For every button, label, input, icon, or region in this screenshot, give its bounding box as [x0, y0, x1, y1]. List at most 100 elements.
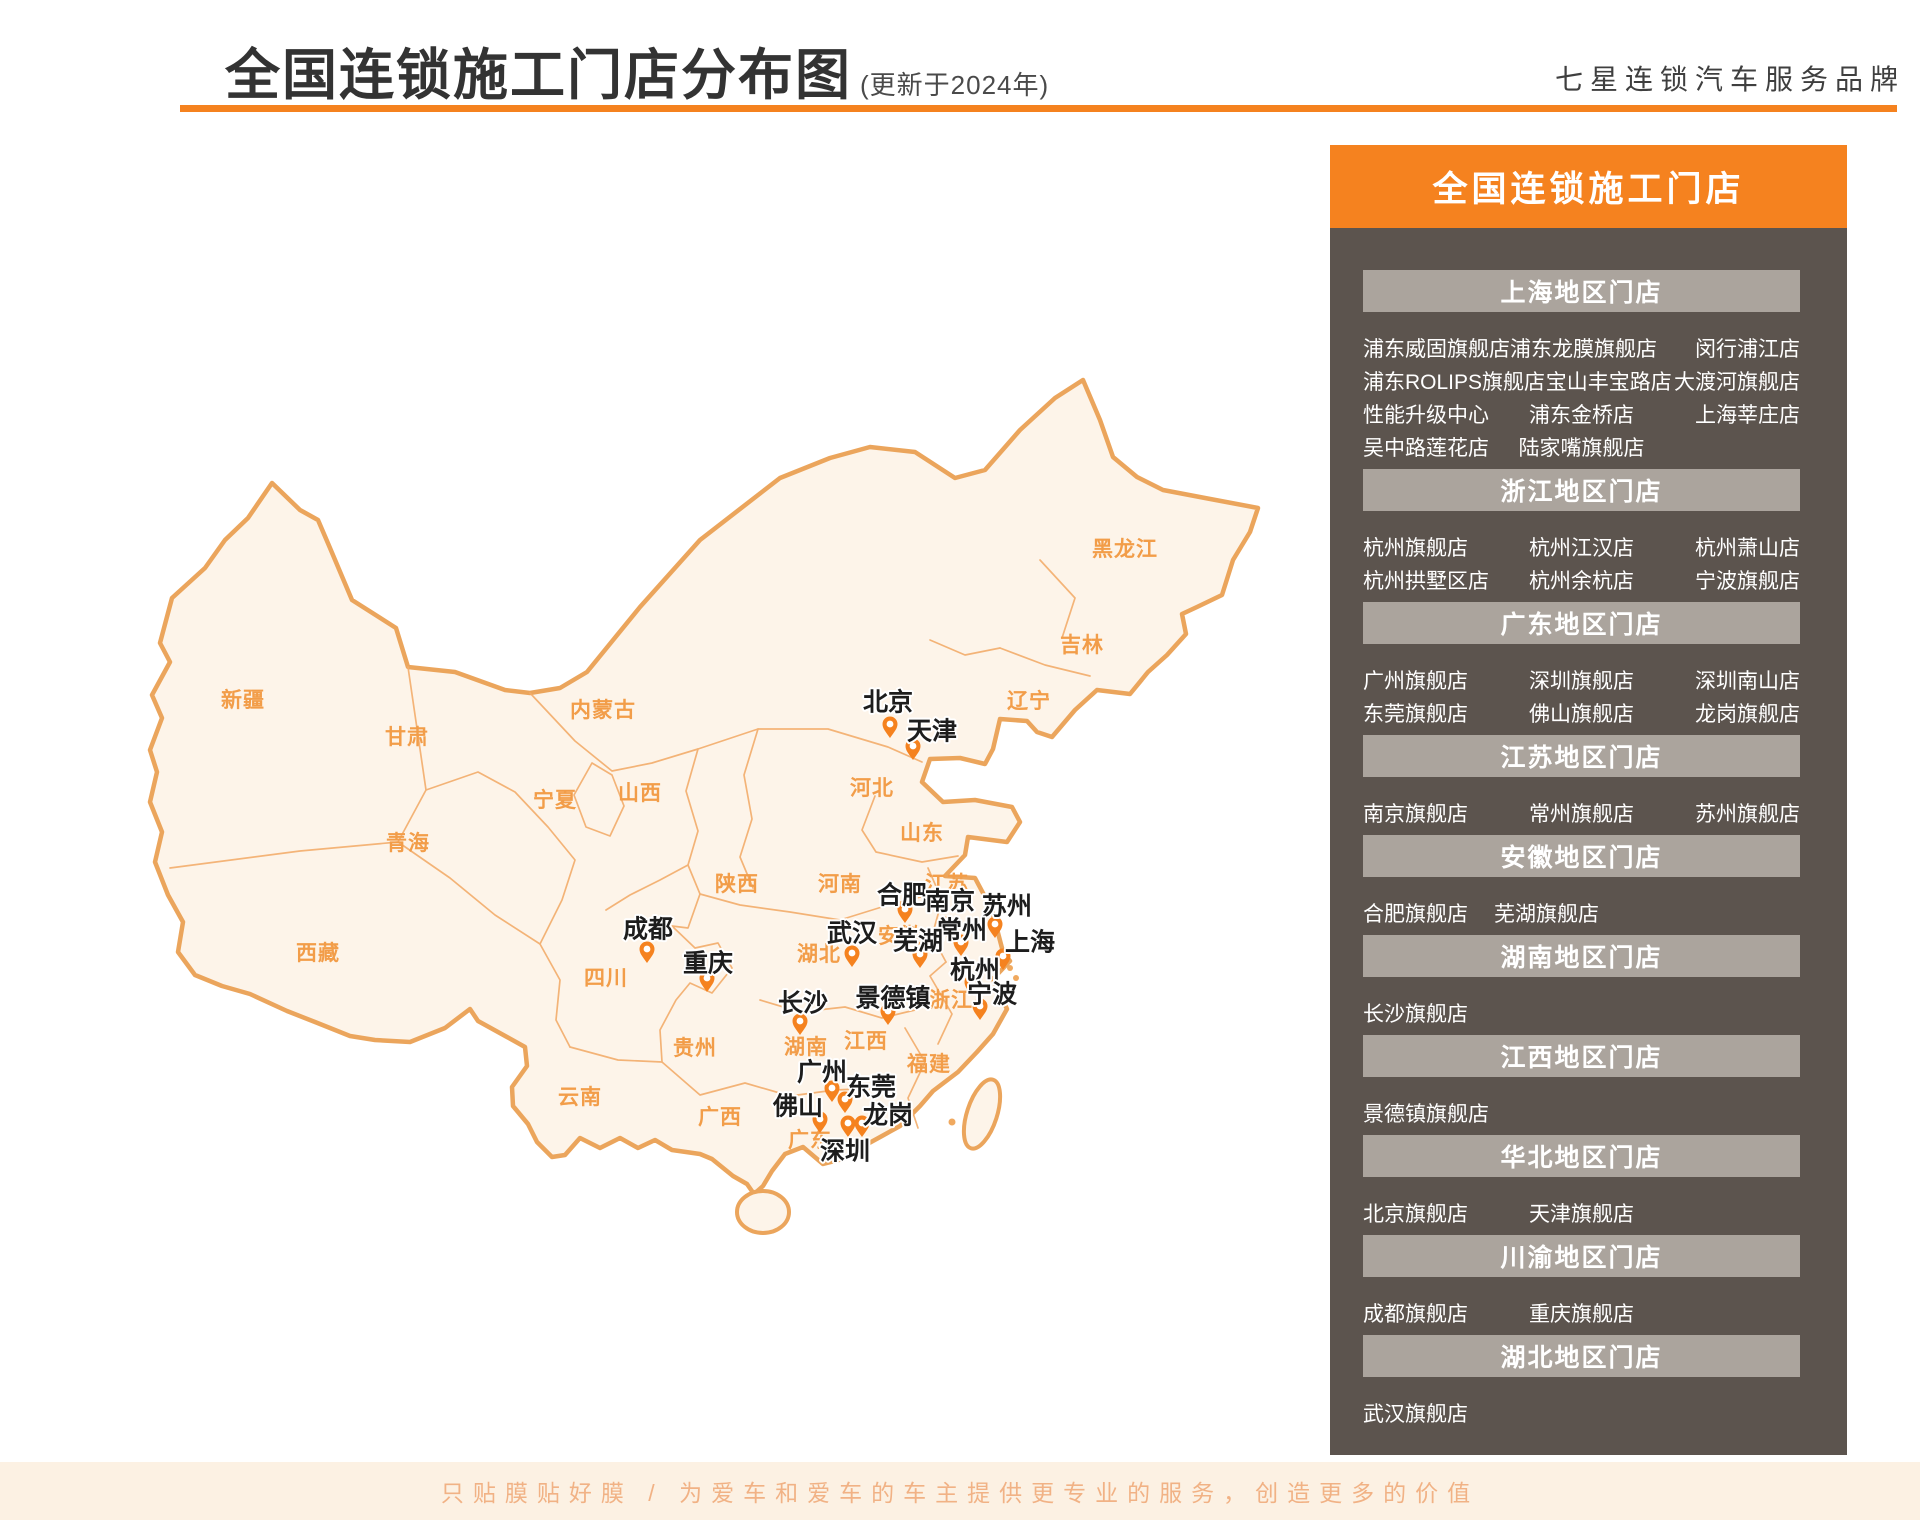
store-row: 南京旗舰店 常州旗舰店 苏州旗舰店: [1363, 796, 1800, 829]
region-store-rows: 北京旗舰店 天津旗舰店: [1363, 1196, 1800, 1229]
store-name: 天津旗舰店: [1528, 1202, 1634, 1226]
city-label: 景德镇: [855, 984, 930, 1013]
store-row: 杭州旗舰店 杭州江汉店 杭州萧山店: [1363, 530, 1800, 563]
region-store-rows: 成都旗舰店 重庆旗舰店: [1363, 1296, 1800, 1329]
store-name: 杭州萧山店: [1695, 536, 1800, 560]
region-store-rows: 广州旗舰店 深圳旗舰店 深圳南山店 东莞旗舰店 佛山旗舰店 龙岗旗舰店: [1363, 663, 1800, 729]
store-name: 大渡河旗舰店: [1674, 370, 1800, 394]
province-label: 福建: [906, 1052, 951, 1076]
province-label: 山东: [900, 821, 944, 845]
region-store-rows: 长沙旗舰店: [1363, 996, 1800, 1029]
store-name: 吴中路莲花店: [1363, 436, 1489, 460]
region-store-rows: 浦东威固旗舰店 浦东龙膜旗舰店 闵行浦江店浦东ROLIPS旗舰店 宝山丰宝路店 大渡河旗…: [1363, 331, 1800, 463]
store-row: 成都旗舰店 重庆旗舰店: [1363, 1296, 1800, 1329]
store-row: 吴中路莲花店 陆家嘴旗舰店: [1363, 430, 1800, 463]
panel-body: 上海地区门店浦东威固旗舰店 浦东龙膜旗舰店 闵行浦江店浦东ROLIPS旗舰店 宝山丰宝…: [1330, 228, 1847, 1455]
footer-tagline: 只贴膜贴好膜 / 为爱车和爱车的车主提供更专业的服务，创造更多的价值: [0, 1462, 1920, 1520]
store-name: 宁波旗舰店: [1695, 569, 1800, 593]
store-name: 浦东龙膜旗舰店: [1510, 337, 1657, 361]
city-label: 重庆: [683, 949, 733, 978]
region-header: 湖北地区门店: [1363, 1335, 1800, 1377]
store-name: 杭州拱墅区店: [1363, 569, 1489, 593]
store-name: 浦东威固旗舰店: [1363, 337, 1510, 361]
china-outline: [147, 377, 1261, 1197]
region-header: 安徽地区门店: [1363, 835, 1800, 877]
store-name: 重庆旗舰店: [1528, 1302, 1634, 1326]
store-row: 合肥旗舰店 芜湖旗舰店: [1363, 896, 1800, 929]
city-label: 宁波: [967, 980, 1018, 1009]
store-name: 合肥旗舰店: [1363, 902, 1468, 926]
store-row: 东莞旗舰店 佛山旗舰店 龙岗旗舰店: [1363, 696, 1800, 729]
province-label: 青海: [386, 831, 430, 855]
store-name: 武汉旗舰店: [1363, 1402, 1468, 1426]
store-row: 北京旗舰店 天津旗舰店: [1363, 1196, 1800, 1229]
city-label: 长沙: [778, 989, 828, 1018]
city-label: 龙岗: [863, 1101, 913, 1130]
city-label: 天津: [907, 717, 957, 746]
province-label: 河南: [818, 872, 862, 896]
region-store-rows: 武汉旗舰店: [1363, 1396, 1800, 1429]
city-label: 广州: [797, 1058, 847, 1087]
city-label: 北京: [863, 688, 913, 717]
city-label: 成都: [623, 915, 673, 944]
region-header: 江西地区门店: [1363, 1035, 1800, 1077]
city-label: 常州: [937, 916, 987, 945]
region-store-rows: 南京旗舰店 常州旗舰店 苏州旗舰店: [1363, 796, 1800, 829]
city-label: 佛山: [772, 1092, 823, 1121]
city-marker: 上海: [995, 926, 1057, 970]
province-label: 西藏: [296, 941, 340, 965]
store-name: 陆家嘴旗舰店: [1518, 436, 1645, 460]
store-name: 闵行浦江店: [1695, 337, 1800, 361]
store-row: 性能升级中心 浦东金桥店 上海莘庄店: [1363, 397, 1800, 430]
store-name: 龙岗旗舰店: [1695, 702, 1800, 726]
store-row: 杭州拱墅区店 杭州余杭店 宁波旗舰店: [1363, 563, 1800, 596]
store-name: 浦东金桥店: [1528, 403, 1634, 427]
city-label: 上海: [1005, 928, 1055, 957]
region-header: 广东地区门店: [1363, 602, 1800, 644]
province-label: 贵州: [673, 1036, 717, 1060]
store-row: 长沙旗舰店: [1363, 996, 1800, 1029]
city-label: 苏州: [982, 892, 1032, 921]
city-label: 东莞: [846, 1073, 896, 1102]
store-name: 性能升级中心: [1363, 403, 1489, 427]
province-label: 江西: [844, 1029, 888, 1053]
province-label: 云南: [558, 1085, 602, 1109]
province-label: 宁夏: [533, 788, 577, 812]
city-label: 芜湖: [893, 927, 943, 956]
region-header: 浙江地区门店: [1363, 469, 1800, 511]
store-name: 芜湖旗舰店: [1494, 902, 1599, 926]
store-name: 上海莘庄店: [1695, 403, 1800, 427]
province-label: 湖南: [784, 1035, 828, 1059]
taiwan-island: [948, 1077, 1003, 1151]
province-label: 吉林: [1060, 633, 1104, 657]
region-store-rows: 杭州旗舰店 杭州江汉店 杭州萧山店杭州拱墅区店 杭州余杭店 宁波旗舰店: [1363, 530, 1800, 596]
store-row: 武汉旗舰店: [1363, 1396, 1800, 1429]
region-store-rows: 合肥旗舰店 芜湖旗舰店: [1363, 896, 1800, 929]
store-row: 浦东威固旗舰店 浦东龙膜旗舰店 闵行浦江店: [1363, 331, 1800, 364]
city-label: 南京: [925, 887, 975, 916]
store-name: 宝山丰宝路店: [1545, 370, 1672, 394]
region-header: 川渝地区门店: [1363, 1235, 1800, 1277]
store-name: 杭州余杭店: [1528, 569, 1634, 593]
store-name: 东莞旗舰店: [1363, 702, 1468, 726]
province-label: 四川: [584, 966, 628, 990]
store-row: 浦东ROLIPS旗舰店 宝山丰宝路店 大渡河旗舰店: [1363, 364, 1800, 397]
store-name: 佛山旗舰店: [1528, 702, 1634, 726]
panel-title: 全国连锁施工门店: [1330, 145, 1847, 228]
city-label: 深圳: [820, 1137, 870, 1166]
region-header: 上海地区门店: [1363, 270, 1800, 312]
store-name: 南京旗舰店: [1363, 802, 1468, 826]
province-label: 山西: [618, 781, 662, 805]
city-label: 武汉: [827, 919, 878, 948]
province-label: 河北: [850, 776, 894, 800]
store-name: 苏州旗舰店: [1695, 802, 1800, 826]
province-label: 黑龙江: [1092, 537, 1158, 561]
store-name: 广州旗舰店: [1363, 669, 1468, 693]
province-label: 内蒙古: [570, 698, 636, 722]
store-name: 成都旗舰店: [1363, 1302, 1468, 1326]
store-name: 深圳旗舰店: [1528, 669, 1634, 693]
region-header: 湖南地区门店: [1363, 935, 1800, 977]
hainan-island: [735, 1189, 791, 1235]
store-name: 浦东ROLIPS旗舰店: [1363, 370, 1546, 394]
region-store-rows: 景德镇旗舰店: [1363, 1096, 1800, 1129]
